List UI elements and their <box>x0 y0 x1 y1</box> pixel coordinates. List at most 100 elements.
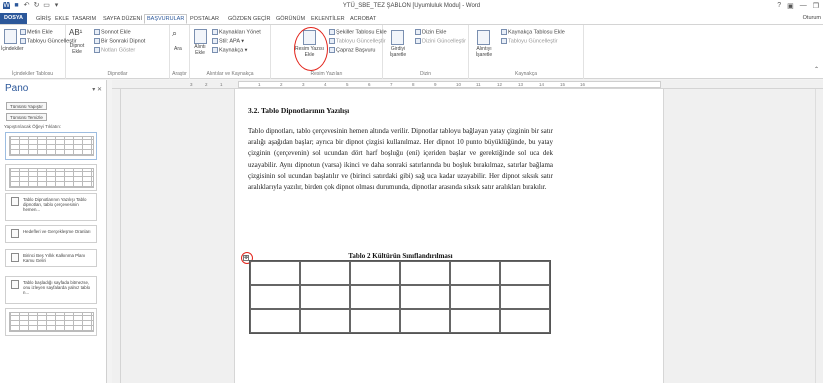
body-paragraph[interactable]: Tablo dipnotları, tablo çerçevesinin hem… <box>248 126 553 193</box>
next-footnote-button[interactable]: Bir Sonraki Dipnot <box>94 38 145 45</box>
document-icon <box>11 229 19 238</box>
restore-icon[interactable]: ❐ <box>813 2 819 10</box>
paste-all-button[interactable]: Tümünü Yapıştır <box>6 102 47 110</box>
style-select[interactable]: Stil: APA ▾ <box>212 38 244 45</box>
clipboard-hint: Yapıştırılacak Öğeyi Tıklatın: <box>4 124 62 129</box>
sign-in-link[interactable]: Oturum <box>803 15 821 21</box>
cross-reference-button[interactable]: Çapraz Başvuru <box>329 47 375 54</box>
tab-mailings[interactable]: POSTALAR <box>190 15 219 24</box>
table-cell[interactable] <box>250 309 300 333</box>
tab-page-layout[interactable]: SAYFA DÜZENİ <box>103 15 142 24</box>
toc-button[interactable]: İçindekiler <box>1 46 24 52</box>
vertical-ruler[interactable] <box>112 89 121 383</box>
add-text-button[interactable]: Metin Ekle <box>20 29 53 36</box>
footnote-ab-icon: AB¹ <box>69 28 83 37</box>
empty-table[interactable] <box>249 260 551 334</box>
ruler-tick: 16 <box>580 82 586 87</box>
table-cell[interactable] <box>250 285 300 309</box>
insert-citation-button[interactable]: Alıntı Ekle <box>190 44 210 56</box>
group-label-index: Dizin <box>419 71 432 77</box>
pane-close-icon[interactable]: ▾ ✕ <box>92 86 102 93</box>
table-caption[interactable]: Tablo 2 Kültürün Sınıflandırılması <box>248 252 553 260</box>
table-cell[interactable] <box>300 309 350 333</box>
insert-endnote-label: Sonnot Ekle <box>101 29 131 36</box>
ribbon: İçindekiler Metin Ekle Tabloyu Güncelleş… <box>0 24 823 79</box>
insert-index-button[interactable]: Dizin Ekle <box>415 29 446 36</box>
mark-entry-button[interactable]: Girdiyi İşaretle <box>385 46 411 58</box>
style-value: Stil: APA <box>219 38 240 45</box>
document-page[interactable]: 3.2. Tablo Dipnotlarının Yazılışı Tablo … <box>234 89 664 383</box>
ribbon-display-icon[interactable]: ▣ <box>787 2 794 10</box>
manage-sources-label: Kaynakları Yönet <box>219 29 261 36</box>
tab-design[interactable]: TASARIM <box>72 15 96 24</box>
table-cell[interactable] <box>350 261 400 285</box>
minimize-icon[interactable]: — <box>800 2 807 10</box>
table-cell[interactable] <box>300 261 350 285</box>
update-icon <box>20 38 26 44</box>
style-icon <box>212 38 218 44</box>
tab-insert[interactable]: EKLE <box>55 15 69 24</box>
table-cell[interactable] <box>500 309 550 333</box>
table-cell[interactable] <box>400 285 450 309</box>
clipboard-item[interactable] <box>5 164 97 191</box>
ruler-tick: 3 <box>302 82 305 87</box>
clipboard-item[interactable]: Tablo başladığı sayfada bitmezse, onu iz… <box>5 276 97 304</box>
insert-endnote-button[interactable]: Sonnot Ekle <box>94 29 131 36</box>
show-notes-button[interactable]: Notları Göster <box>94 47 135 54</box>
collapse-ribbon-icon[interactable]: ⌃ <box>814 67 819 73</box>
table-cell[interactable] <box>450 309 500 333</box>
table-cell[interactable] <box>400 261 450 285</box>
insert-table-of-figures-button[interactable]: Şekiller Tablosu Ekle <box>329 29 387 36</box>
ruler-tick: 3 <box>190 82 193 87</box>
table-cell[interactable] <box>350 309 400 333</box>
insert-authorities-button[interactable]: Kaynakça Tablosu Ekle <box>501 29 565 36</box>
table-cell[interactable] <box>500 285 550 309</box>
help-icon[interactable]: ? <box>777 2 781 10</box>
clipboard-item[interactable] <box>5 308 97 336</box>
table-cell[interactable] <box>400 309 450 333</box>
mark-citation-button[interactable]: Alıntıyı İşaretle <box>471 46 497 58</box>
update-authorities-button[interactable]: Tabloyu Güncelleştir <box>501 38 558 45</box>
clipboard-item[interactable]: Tablo Dipnotlarının Yazılışı Tablo dipno… <box>5 193 97 221</box>
group-index: Girdiyi İşaretle Dizin Ekle Dizini Günce… <box>383 25 469 79</box>
update-index-button[interactable]: Dizini Güncelleştir <box>415 38 466 45</box>
tab-review[interactable]: GÖZDEN GEÇİR <box>228 15 270 24</box>
update-figures-table-button[interactable]: Tabloyu Güncelleştir <box>329 38 386 45</box>
clipboard-item[interactable]: Birinci Beş Yıllık Kalkınma Planı Kamu G… <box>5 249 97 267</box>
clipboard-item[interactable] <box>5 132 97 160</box>
ruler-tick: 14 <box>539 82 545 87</box>
endnote-icon <box>94 29 100 35</box>
table-cell[interactable] <box>450 261 500 285</box>
ruler-tick: 9 <box>434 82 437 87</box>
insert-footnote-button[interactable]: Dipnot Ekle <box>66 43 88 55</box>
clipboard-item[interactable]: Hedefleri ve Gerçekleşme Oranları <box>5 225 97 243</box>
ruler-tick: 12 <box>497 82 503 87</box>
tab-references[interactable]: BAŞVURULAR <box>144 14 188 24</box>
table-cell[interactable] <box>250 261 300 285</box>
vertical-scrollbar[interactable] <box>815 89 823 383</box>
horizontal-ruler[interactable]: 3 2 1 1 2 3 4 5 6 7 8 9 10 11 12 13 14 1… <box>112 80 823 89</box>
table-cell[interactable] <box>450 285 500 309</box>
group-toc: İçindekiler Metin Ekle Tabloyu Güncelleş… <box>0 25 77 79</box>
cross-reference-icon <box>329 47 335 53</box>
ruler-tick: 1 <box>258 82 261 87</box>
update-authorities-icon <box>501 38 507 44</box>
tab-acrobat[interactable]: ACROBAT <box>350 15 376 24</box>
research-button[interactable]: Ara <box>174 46 182 52</box>
bibliography-button[interactable]: Kaynakça ▾ <box>212 47 247 54</box>
table-cell[interactable] <box>300 285 350 309</box>
table-cell[interactable] <box>350 285 400 309</box>
tab-home[interactable]: GİRİŞ <box>36 15 51 24</box>
clip-thumbnail <box>9 168 94 188</box>
toc-icon <box>4 29 17 44</box>
tab-add-ins[interactable]: EKLENTİLER <box>311 15 345 24</box>
clear-all-button[interactable]: Tümünü Temizle <box>6 113 47 121</box>
tab-file[interactable]: DOSYA <box>0 13 27 24</box>
manage-sources-button[interactable]: Kaynakları Yönet <box>212 29 261 36</box>
show-notes-label: Notları Göster <box>101 47 136 54</box>
tab-view[interactable]: GÖRÜNÜM <box>276 15 305 24</box>
group-label-toc: İçindekiler Tablosu <box>11 71 54 77</box>
group-label-footnotes: Dipnotlar <box>107 71 128 77</box>
table-cell[interactable] <box>500 261 550 285</box>
ruler-tick: 4 <box>324 82 327 87</box>
